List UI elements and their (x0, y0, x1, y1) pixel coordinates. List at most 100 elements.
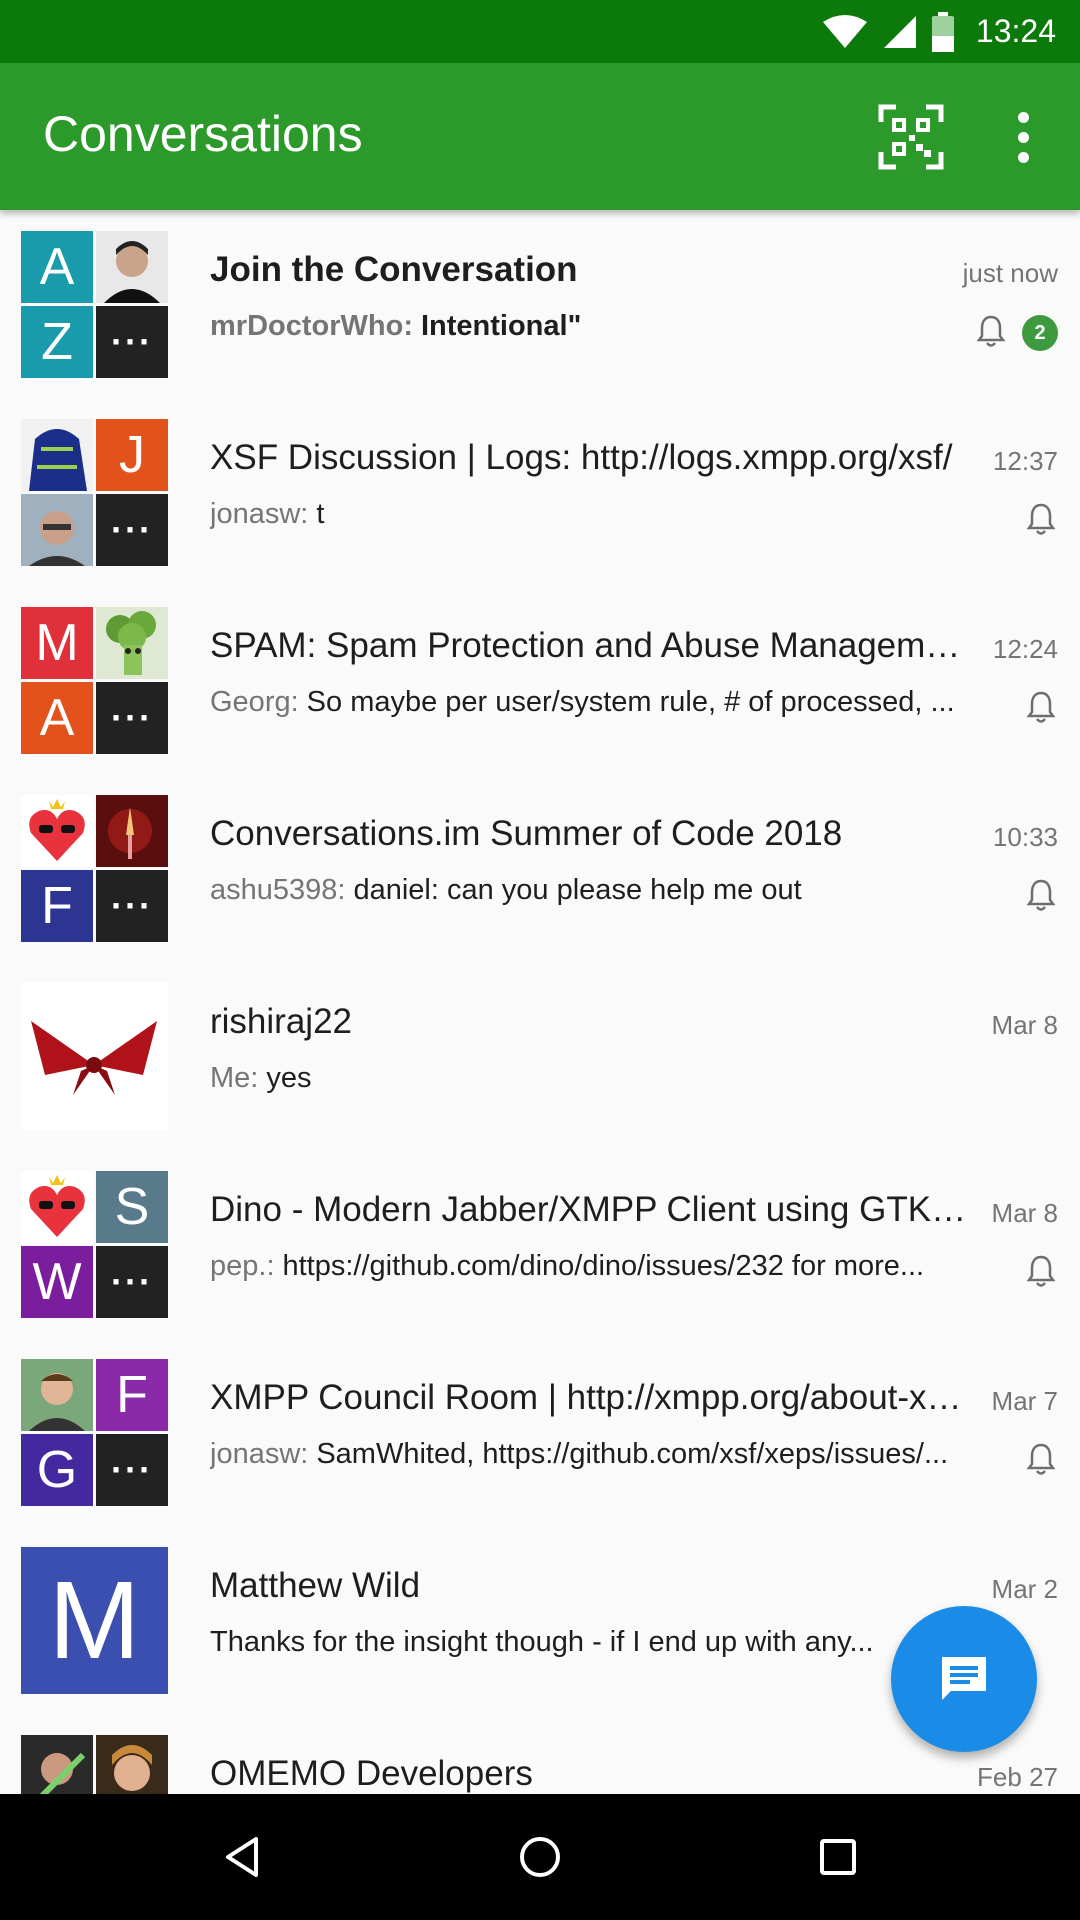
recents-button[interactable] (808, 1827, 868, 1887)
new-conversation-button[interactable] (891, 1606, 1037, 1752)
preview-sender: pep.: (210, 1250, 275, 1282)
avatar-tile: G (21, 1434, 93, 1506)
conversation-row[interactable]: M A ··· SPAM: Spam Protection and Abuse … (0, 586, 1080, 774)
preview-message: daniel: can you please help me out (353, 874, 802, 906)
group-avatar: F ··· (21, 795, 168, 942)
conversation-time: Mar 8 (991, 1010, 1058, 1040)
preview-sender: Me: (210, 1062, 259, 1094)
avatar-tile: Z (21, 306, 93, 378)
avatar-tile: A (21, 231, 93, 303)
back-triangle-icon (226, 1837, 258, 1877)
group-avatar: S W ··· (21, 1171, 168, 1318)
avatar-more: ··· (96, 870, 168, 942)
bell-icon (976, 315, 1006, 347)
group-avatar: M A ··· (21, 607, 168, 754)
conversation-row[interactable]: F ··· Conversations.im Summer of Code 20… (0, 774, 1080, 962)
avatar-photo (21, 419, 93, 491)
contact-avatar (21, 983, 168, 1130)
group-avatar: J ··· (21, 419, 168, 566)
chat-icon (942, 1657, 986, 1700)
avatar-photo (96, 1735, 168, 1794)
conversation-title: Conversations.im Summer of Code 2018 (210, 814, 843, 853)
conversation-preview: Me: yes (210, 1062, 1010, 1095)
bell-icon (1026, 503, 1056, 535)
status-time: 13:24 (975, 13, 1056, 49)
preview-sender: jonasw: (210, 498, 309, 530)
conversation-title: XMPP Council Room | http://xmpp.org/abou… (210, 1378, 970, 1417)
scan-qr-button[interactable] (870, 99, 952, 175)
avatar-tile: A (21, 682, 93, 754)
app-bar: Conversations (0, 63, 1080, 210)
preview-message: t (316, 498, 325, 530)
preview-message: Intentional" (420, 310, 582, 342)
avatar-photo (21, 1359, 93, 1431)
preview-message: So maybe per user/system rule, # of proc… (306, 686, 955, 718)
conversation-preview: ashu5398: daniel: can you please help me … (210, 874, 1010, 907)
home-button[interactable] (510, 1827, 570, 1887)
avatar-more: ··· (96, 682, 168, 754)
conversation-list[interactable]: A Z ··· Join the Conversation just now m… (0, 210, 1080, 1794)
page-title: Conversations (43, 106, 363, 162)
conversation-time: 10:33 (992, 822, 1058, 852)
conversation-time: Mar 7 (991, 1386, 1058, 1416)
conversation-time: Feb 27 (977, 1762, 1058, 1792)
bell-icon (1026, 1443, 1056, 1475)
more-vert-icon (1017, 111, 1029, 123)
preview-sender: jonasw: (210, 1438, 309, 1470)
conversation-title: SPAM: Spam Protection and Abuse Manageme… (210, 626, 970, 665)
conversation-time: Mar 2 (991, 1574, 1058, 1604)
preview-message: SamWhited, https://github.com/xsf/xeps/i… (316, 1438, 949, 1470)
conversation-preview: Georg: So maybe per user/system rule, # o… (210, 686, 1010, 719)
avatar-photo (21, 1171, 93, 1243)
back-button[interactable] (212, 1827, 272, 1887)
conversation-title: Join the Conversation (210, 250, 578, 289)
conversation-title: rishiraj22 (210, 1002, 352, 1041)
avatar-photo (21, 1735, 93, 1794)
conversation-preview: pep.: https://github.com/dino/dino/issues… (210, 1250, 1010, 1283)
recents-square-icon (820, 1839, 856, 1875)
group-avatar (21, 1735, 168, 1794)
conversation-time: 12:24 (992, 634, 1058, 664)
wifi-icon (822, 14, 867, 48)
avatar-tile: J (96, 419, 168, 491)
status-icons: 13:24 (822, 0, 1056, 63)
preview-sender: mrDoctorWho: (210, 310, 413, 342)
conversation-row[interactable]: A Z ··· Join the Conversation just now m… (0, 210, 1080, 398)
conversation-time: just now (962, 258, 1058, 288)
conversation-row[interactable]: J ··· XSF Discussion | Logs: http://logs… (0, 398, 1080, 586)
preview-message: Thanks for the insight though - if I end… (210, 1626, 874, 1658)
avatar-tile: W (21, 1246, 93, 1318)
cell-signal-icon (883, 15, 916, 48)
avatar-more: ··· (96, 1434, 168, 1506)
overflow-menu-button[interactable] (1000, 99, 1046, 175)
bell-icon (1026, 879, 1056, 911)
status-bar: 13:24 (0, 0, 1080, 63)
contact-avatar: M (21, 1547, 168, 1694)
conversation-row[interactable]: F G ··· XMPP Council Room | http://xmpp.… (0, 1338, 1080, 1526)
avatar-photo (21, 494, 93, 566)
conversation-preview: jonasw: t (210, 498, 1010, 531)
avatar-photo (96, 231, 168, 303)
preview-message: yes (266, 1062, 312, 1094)
preview-sender: Georg: (210, 686, 299, 718)
avatar-photo (21, 795, 93, 867)
avatar-tile: M (21, 607, 93, 679)
unread-count-badge: 2 (1022, 315, 1058, 351)
qr-code-icon (878, 104, 944, 170)
preview-message: https://github.com/dino/dino/issues/232 … (282, 1250, 925, 1282)
avatar-more: ··· (96, 306, 168, 378)
conversation-row[interactable]: S W ··· Dino - Modern Jabber/XMPP Client… (0, 1150, 1080, 1338)
avatar-more: ··· (96, 1246, 168, 1318)
conversation-title: OMEMO Developers (210, 1754, 533, 1793)
conversation-time: Mar 8 (991, 1198, 1058, 1228)
home-circle-icon (520, 1837, 560, 1877)
bell-icon (1026, 1255, 1056, 1287)
avatar-photo (96, 795, 168, 867)
conversation-title: XSF Discussion | Logs: http://logs.xmpp.… (210, 438, 953, 477)
bell-icon (1026, 691, 1056, 723)
conversation-preview: jonasw: SamWhited, https://github.com/xsf… (210, 1438, 1010, 1471)
group-avatar: A Z ··· (21, 231, 168, 378)
conversation-row[interactable]: rishiraj22 Mar 8 Me: yes (0, 962, 1080, 1150)
system-nav-bar (0, 1794, 1080, 1920)
bow-logo-icon (31, 1021, 157, 1095)
